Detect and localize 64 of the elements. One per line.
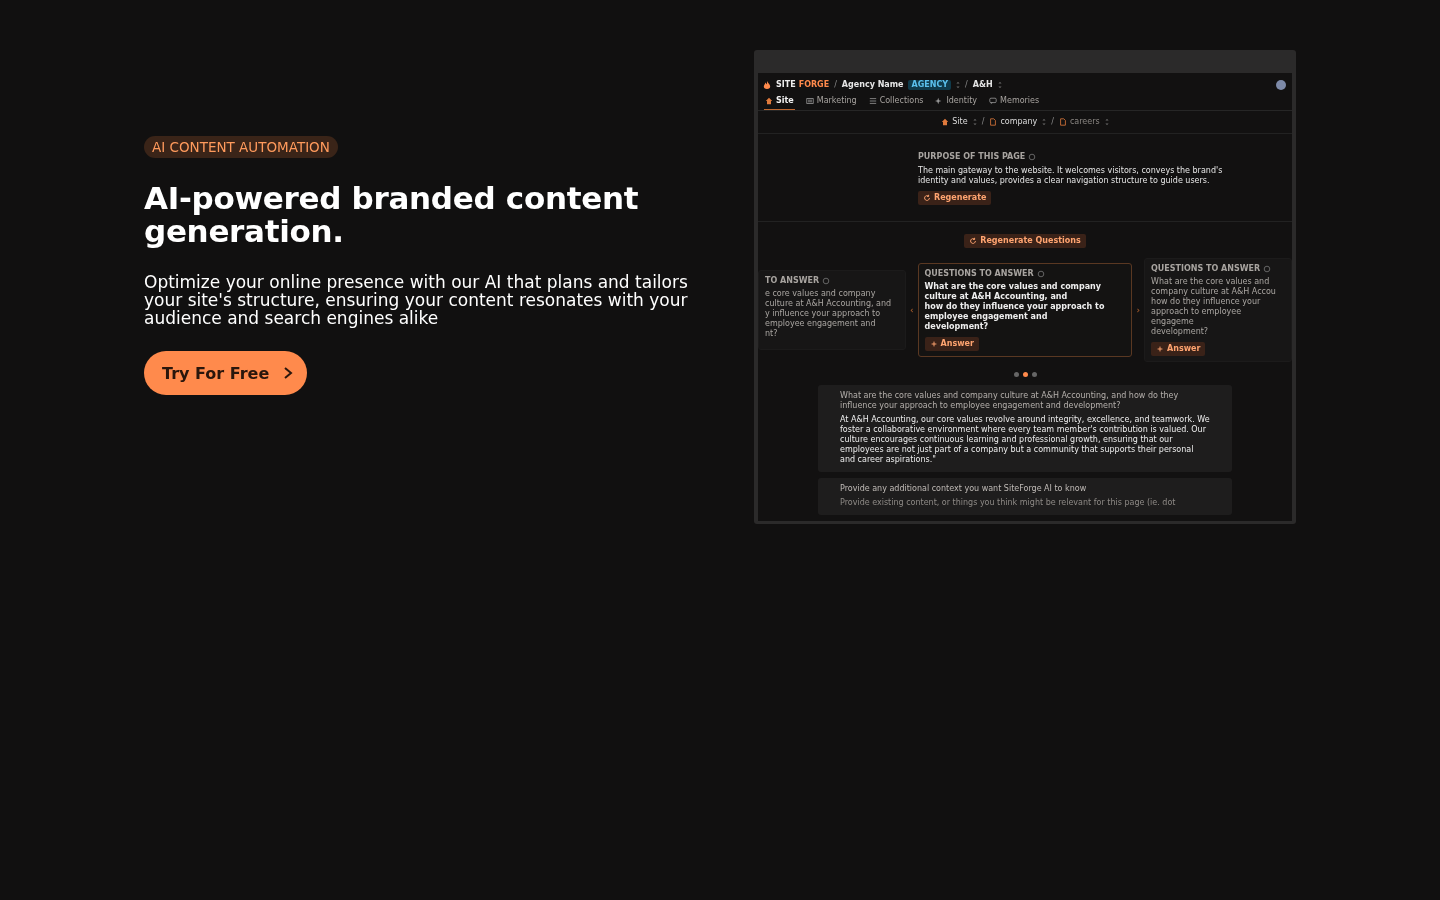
category-badge: AI CONTENT AUTOMATION bbox=[144, 136, 338, 158]
info-icon bbox=[1036, 270, 1045, 278]
plus-icon bbox=[929, 340, 938, 348]
agency-badge: AGENCY bbox=[908, 79, 952, 90]
nav-tab[interactable]: Site bbox=[764, 96, 795, 110]
description: Optimize your online presence with our AI that plans and tailors your site's structure, ensuring your content resonates with your audience and search engines alike bbox=[144, 273, 689, 327]
up-down-chevron-icon bbox=[972, 118, 977, 126]
section-label: QUESTIONS TO ANSWER bbox=[1151, 264, 1261, 274]
separator: / bbox=[981, 117, 985, 127]
answer-button[interactable]: Answer bbox=[924, 337, 979, 351]
info-icon bbox=[1028, 153, 1037, 161]
info-icon bbox=[1263, 265, 1272, 273]
carousel-arrow[interactable]: › bbox=[1136, 305, 1141, 315]
nav-tab[interactable]: Marketing bbox=[804, 96, 858, 110]
regenerate-questions-button[interactable]: Regenerate Questions bbox=[964, 234, 1086, 248]
section-label: PURPOSE OF THIS PAGE bbox=[918, 152, 1026, 162]
context-input[interactable]: Provide existing content, or things you think might be relevant for this page (ie. dot bbox=[840, 498, 1210, 508]
up-down-chevron-icon bbox=[997, 80, 1002, 89]
document-icon bbox=[989, 118, 998, 126]
chevron-right-icon bbox=[283, 367, 294, 379]
house-icon bbox=[941, 118, 950, 126]
section-label: QUESTIONS TO ANSWER bbox=[924, 269, 1034, 279]
list-icon bbox=[868, 97, 877, 105]
nav-tab[interactable]: Identity bbox=[934, 96, 979, 110]
question-text: What are the core values and company culture at A&H Accounting, and how do they influence your approach to employee engagement and development? bbox=[924, 282, 1106, 332]
separator: / bbox=[965, 79, 968, 90]
carousel-dot[interactable] bbox=[1013, 372, 1019, 377]
document-icon bbox=[1058, 118, 1067, 126]
separator: / bbox=[1051, 117, 1054, 127]
up-down-chevron-icon bbox=[956, 80, 961, 89]
flame-icon bbox=[763, 80, 771, 89]
page-path-item[interactable]: careers bbox=[1058, 117, 1100, 127]
nav-tab[interactable]: Memories bbox=[988, 96, 1041, 110]
up-down-chevron-icon bbox=[1104, 118, 1109, 126]
question-text: e core values and company culture at A&H Accounting, and y influence your approach to employee engagement and nt? bbox=[765, 289, 893, 339]
up-down-chevron-icon bbox=[1042, 118, 1047, 126]
newspaper-icon bbox=[805, 97, 814, 105]
house-icon bbox=[765, 97, 773, 105]
breadcrumb-link[interactable]: A&H bbox=[972, 79, 993, 90]
carousel-dot[interactable] bbox=[1022, 372, 1028, 377]
logo-wordmark: SITE FORGE bbox=[776, 79, 830, 90]
answer-question: What are the core values and company culture at A&H Accounting, and how do they influence your approach to employee engagement and development? bbox=[840, 391, 1180, 411]
page-path-item[interactable]: company bbox=[989, 117, 1038, 127]
avatar[interactable] bbox=[1276, 79, 1286, 90]
section-label: TO ANSWER bbox=[765, 276, 820, 286]
page-path-item[interactable]: Site bbox=[941, 117, 968, 127]
nav-tab[interactable]: Collections bbox=[867, 96, 925, 110]
plus-icon bbox=[1156, 345, 1165, 353]
try-free-button[interactable]: Try For Free bbox=[144, 351, 308, 395]
carousel-arrow[interactable]: ‹ bbox=[909, 305, 914, 315]
refresh-icon bbox=[923, 194, 931, 202]
question-text: What are the core values and company culture at A&H Accou how do they influence your approach to employee engageme development? bbox=[1151, 277, 1277, 337]
info-icon bbox=[822, 277, 831, 285]
context-label: Provide any additional context you want SiteForge AI to know bbox=[840, 484, 1088, 494]
breadcrumb-link[interactable]: Agency Name bbox=[841, 79, 904, 90]
headline: AI-powered branded content generation. bbox=[144, 182, 640, 248]
carousel-dot[interactable] bbox=[1031, 372, 1037, 377]
separator: / bbox=[834, 79, 837, 90]
regenerate-button[interactable]: Regenerate bbox=[918, 191, 992, 205]
chat-icon bbox=[989, 97, 998, 105]
refresh-icon bbox=[969, 237, 978, 245]
answer-button[interactable]: Answer bbox=[1151, 342, 1206, 356]
answer-text: At A&H Accounting, our core values revolve around integrity, excellence, and teamwork. We foster a collaborative environment where every team member's contribution is valued. Our culture encourages continuous learning and professional growth, ensuring that our employees are not just part of a company but a community that supports their personal and career aspirations." bbox=[840, 415, 1210, 465]
purpose-text: The main gateway to the website. It welcomes visitors, conveys the brand's identity and values, provides a clear navigation structure to guide users. bbox=[918, 166, 1224, 186]
